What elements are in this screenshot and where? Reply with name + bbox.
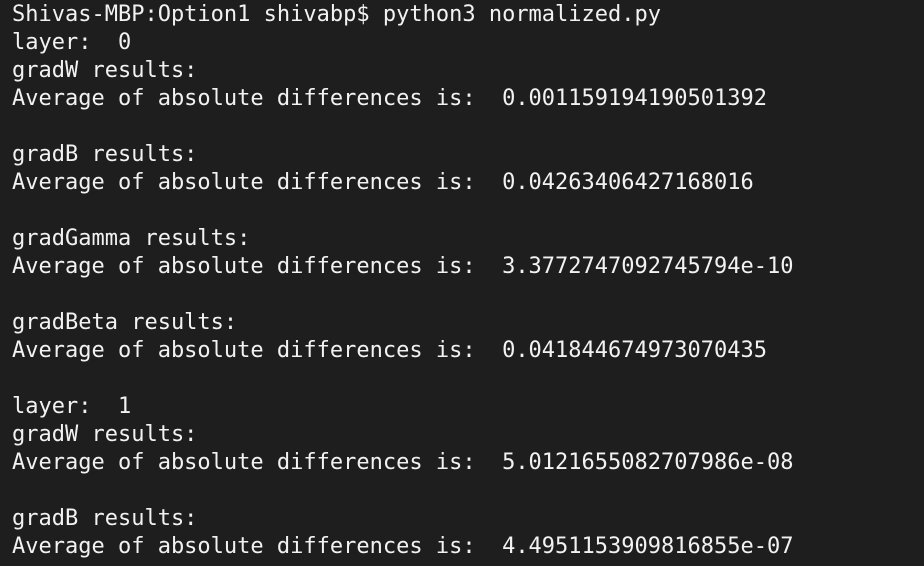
result-value-line: Average of absolute differences is: 0.00… xyxy=(12,86,767,111)
result-heading: gradGamma results: xyxy=(12,226,251,251)
result-heading: gradW results: xyxy=(12,58,198,83)
result-heading: gradBeta results: xyxy=(12,310,238,335)
terminal-window[interactable]: Shivas-MBP:Option1 shivabp$ python3 norm… xyxy=(0,0,924,566)
layer-label: layer: 0 xyxy=(12,30,132,55)
result-value-line: Average of absolute differences is: 0.04… xyxy=(12,170,754,195)
result-value-line: Average of absolute differences is: 3.37… xyxy=(12,254,794,279)
result-value-line: Average of absolute differences is: 5.01… xyxy=(12,450,794,475)
result-heading: gradW results: xyxy=(12,422,198,447)
result-heading: gradB results: xyxy=(12,142,198,167)
result-value-line: Average of absolute differences is: 0.04… xyxy=(12,338,767,363)
command-prompt-line: Shivas-MBP:Option1 shivabp$ python3 norm… xyxy=(12,2,662,27)
result-value-line: Average of absolute differences is: 4.49… xyxy=(12,534,794,559)
result-heading: gradB results: xyxy=(12,506,198,531)
layer-label: layer: 1 xyxy=(12,394,132,419)
